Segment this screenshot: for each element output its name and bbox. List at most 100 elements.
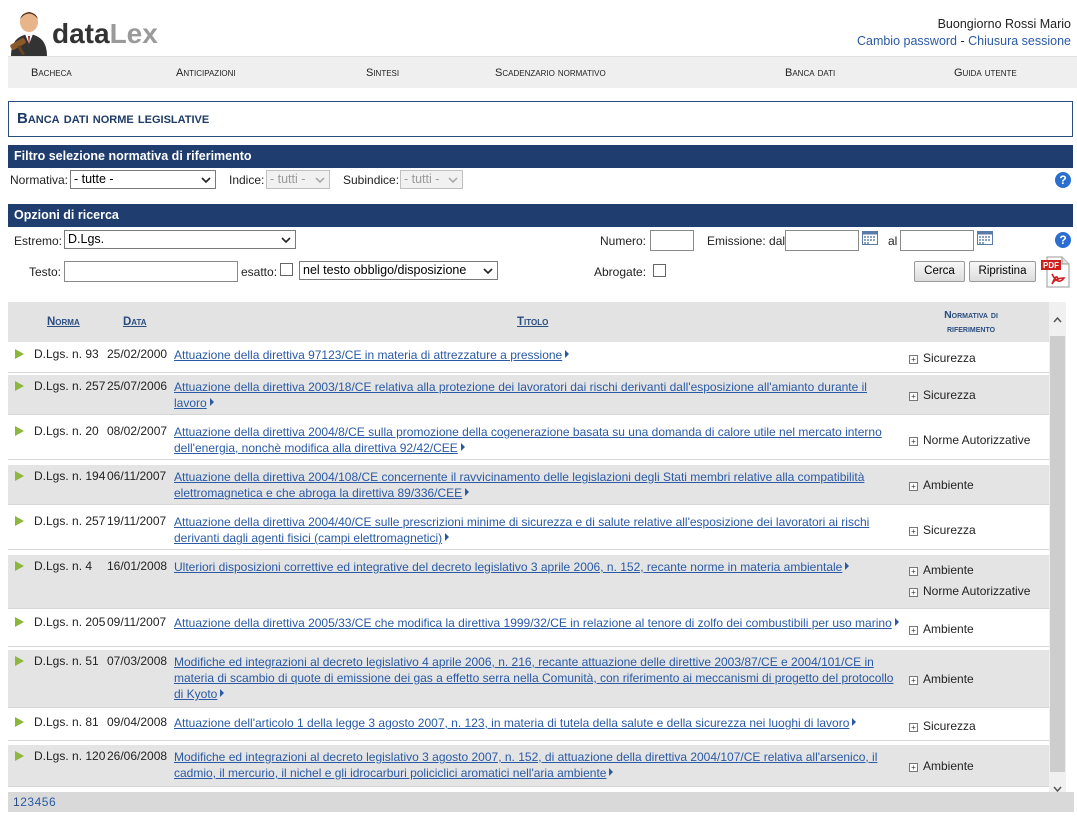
- table-row[interactable]: D.Lgs. n. 257 19/11/2007 Attuazione della …: [8, 510, 1056, 550]
- titolo-link[interactable]: Ulteriori disposizioni correttive ed int…: [174, 559, 900, 575]
- titolo-text: Attuazione della direttiva 97123/CE in m…: [174, 348, 563, 362]
- expand-plus-icon[interactable]: +: [909, 482, 918, 491]
- logout-link[interactable]: Chiusura sessione: [968, 34, 1071, 48]
- play-arrow-icon[interactable]: [15, 656, 24, 666]
- normativa-ref[interactable]: + Sicurezza: [909, 523, 976, 537]
- ripristina-button[interactable]: Ripristina: [969, 261, 1036, 282]
- titolo-link[interactable]: Attuazione della direttiva 2005/33/CE ch…: [174, 615, 900, 631]
- sort-data-header[interactable]: Data: [123, 316, 147, 328]
- greeting: Buongiorno Rossi Mario: [937, 17, 1071, 31]
- normativa-ref-label: Norme Autorizzative: [923, 584, 1031, 598]
- titolo-link[interactable]: Attuazione della direttiva 2004/40/CE su…: [174, 514, 900, 546]
- normativa-ref[interactable]: + Sicurezza: [909, 388, 976, 402]
- play-arrow-icon[interactable]: [15, 516, 24, 526]
- cerca-button[interactable]: Cerca: [914, 261, 965, 282]
- expand-plus-icon[interactable]: +: [909, 676, 918, 685]
- normativa-ref[interactable]: + Sicurezza: [909, 351, 976, 365]
- table-row[interactable]: D.Lgs. n. 120 26/06/2008 Modifiche ed inte…: [8, 745, 1056, 787]
- titolo-link[interactable]: Attuazione della direttiva 2004/8/CE sul…: [174, 424, 900, 456]
- abrogate-checkbox[interactable]: [653, 264, 666, 277]
- titolo-link[interactable]: Attuazione della direttiva 97123/CE in m…: [174, 347, 900, 363]
- normativa-header: Normativa di riferimento: [944, 309, 998, 335]
- scroll-up-icon[interactable]: [1053, 316, 1062, 325]
- normativa-ref[interactable]: + Ambiente: [909, 563, 974, 577]
- normativa-select[interactable]: - tutte -: [70, 170, 216, 189]
- page-link-6[interactable]: 6: [49, 795, 56, 809]
- expand-plus-icon[interactable]: +: [909, 437, 918, 446]
- estremo-select[interactable]: D.Lgs.: [64, 230, 296, 249]
- vertical-scrollbar[interactable]: [1049, 302, 1066, 800]
- scope-select[interactable]: nel testo obbligo/disposizione: [299, 261, 498, 280]
- calendar-icon[interactable]: [977, 230, 993, 245]
- expand-plus-icon[interactable]: +: [909, 355, 918, 364]
- menu-scadenzario[interactable]: Scadenzario normativo: [495, 67, 606, 79]
- expand-plus-icon[interactable]: +: [909, 567, 918, 576]
- normativa-ref[interactable]: + Norme Autorizzative: [909, 433, 1030, 447]
- scrollbar-thumb[interactable]: [1050, 336, 1065, 772]
- change-password-link[interactable]: Cambio password: [857, 34, 957, 48]
- expand-plus-icon[interactable]: +: [909, 723, 918, 732]
- table-row[interactable]: D.Lgs. n. 93 25/02/2000 Attuazione della d…: [8, 343, 1056, 373]
- arrow-right-icon: [852, 718, 857, 726]
- play-arrow-icon[interactable]: [15, 471, 24, 481]
- expand-plus-icon[interactable]: +: [909, 626, 918, 635]
- help-icon[interactable]: ?: [1055, 232, 1071, 248]
- testo-input[interactable]: [64, 261, 238, 282]
- titolo-link[interactable]: Attuazione della direttiva 2003/18/CE re…: [174, 379, 900, 411]
- normativa-ref-label: Ambiente: [923, 759, 974, 773]
- data-cell: 26/06/2008: [107, 749, 168, 763]
- normativa-ref[interactable]: + Norme Autorizzative: [909, 584, 1030, 598]
- table-row[interactable]: D.Lgs. n. 81 09/04/2008 Attuazione dell'ar…: [8, 711, 1056, 741]
- subindice-select[interactable]: - tutti -: [400, 170, 463, 189]
- play-arrow-icon[interactable]: [15, 717, 24, 727]
- play-arrow-icon[interactable]: [15, 381, 24, 391]
- emissione-al-input[interactable]: [900, 230, 974, 251]
- table-row[interactable]: D.Lgs. n. 4 16/01/2008 Ulteriori disposizi…: [8, 555, 1056, 609]
- play-arrow-icon[interactable]: [15, 561, 24, 571]
- titolo-link[interactable]: Attuazione della direttiva 2004/108/CE c…: [174, 469, 900, 501]
- expand-plus-icon[interactable]: +: [909, 763, 918, 772]
- expand-plus-icon[interactable]: +: [909, 527, 918, 536]
- play-arrow-icon[interactable]: [15, 751, 24, 761]
- menu-bacheca[interactable]: Bacheca: [31, 67, 72, 79]
- normativa-ref[interactable]: + Sicurezza: [909, 719, 976, 733]
- menu-anticipazioni[interactable]: Anticipazioni: [176, 67, 236, 79]
- play-arrow-icon[interactable]: [15, 426, 24, 436]
- table-row[interactable]: D.Lgs. n. 194 06/11/2007 Attuazione della …: [8, 465, 1056, 505]
- normativa-ref-label: Ambiente: [923, 672, 974, 686]
- calendar-icon[interactable]: [862, 230, 878, 245]
- play-arrow-icon[interactable]: [15, 617, 24, 627]
- sort-titolo-header[interactable]: Titolo: [517, 316, 548, 328]
- esatto-checkbox[interactable]: [280, 263, 293, 276]
- page-link-5[interactable]: 5: [42, 795, 49, 809]
- menu-sintesi[interactable]: Sintesi: [366, 67, 399, 79]
- help-icon[interactable]: ?: [1055, 172, 1071, 188]
- normativa-ref[interactable]: + Ambiente: [909, 622, 974, 636]
- table-row[interactable]: D.Lgs. n. 51 07/03/2008 Modifiche ed integ…: [8, 650, 1056, 708]
- page-link-3[interactable]: 3: [27, 795, 34, 809]
- titolo-link[interactable]: Attuazione dell'articolo 1 della legge 3…: [174, 715, 900, 731]
- norma-cell: D.Lgs. n. 81: [34, 715, 99, 729]
- chevron-down-icon: [281, 237, 291, 244]
- arrow-right-icon: [209, 398, 214, 406]
- expand-plus-icon[interactable]: +: [909, 588, 918, 597]
- normativa-ref[interactable]: + Ambiente: [909, 672, 974, 686]
- table-row[interactable]: D.Lgs. n. 257 25/07/2006 Attuazione della …: [8, 375, 1056, 415]
- table-row[interactable]: D.Lgs. n. 20 08/02/2007 Attuazione della d…: [8, 420, 1056, 460]
- normativa-ref[interactable]: + Ambiente: [909, 478, 974, 492]
- expand-plus-icon[interactable]: +: [909, 392, 918, 401]
- titolo-link[interactable]: Modifiche ed integrazioni al decreto leg…: [174, 749, 900, 781]
- menu-guida-utente[interactable]: Guida utente: [954, 67, 1017, 79]
- play-arrow-icon[interactable]: [15, 349, 24, 359]
- emissione-dal-input[interactable]: [785, 230, 859, 251]
- page-link-4[interactable]: 4: [35, 795, 42, 809]
- numero-input[interactable]: [650, 230, 694, 251]
- table-row[interactable]: D.Lgs. n. 205 09/11/2007 Attuazione della …: [8, 611, 1056, 647]
- normativa-ref[interactable]: + Ambiente: [909, 759, 974, 773]
- titolo-link[interactable]: Modifiche ed integrazioni al decreto leg…: [174, 654, 900, 702]
- menu-banca-dati[interactable]: Banca dati: [785, 67, 835, 79]
- pdf-icon[interactable]: PDF: [1040, 256, 1072, 288]
- sort-norma-header[interactable]: Norma: [47, 316, 80, 328]
- datalex-logo[interactable]: dataLex: [8, 6, 158, 56]
- indice-select[interactable]: - tutti -: [266, 170, 330, 189]
